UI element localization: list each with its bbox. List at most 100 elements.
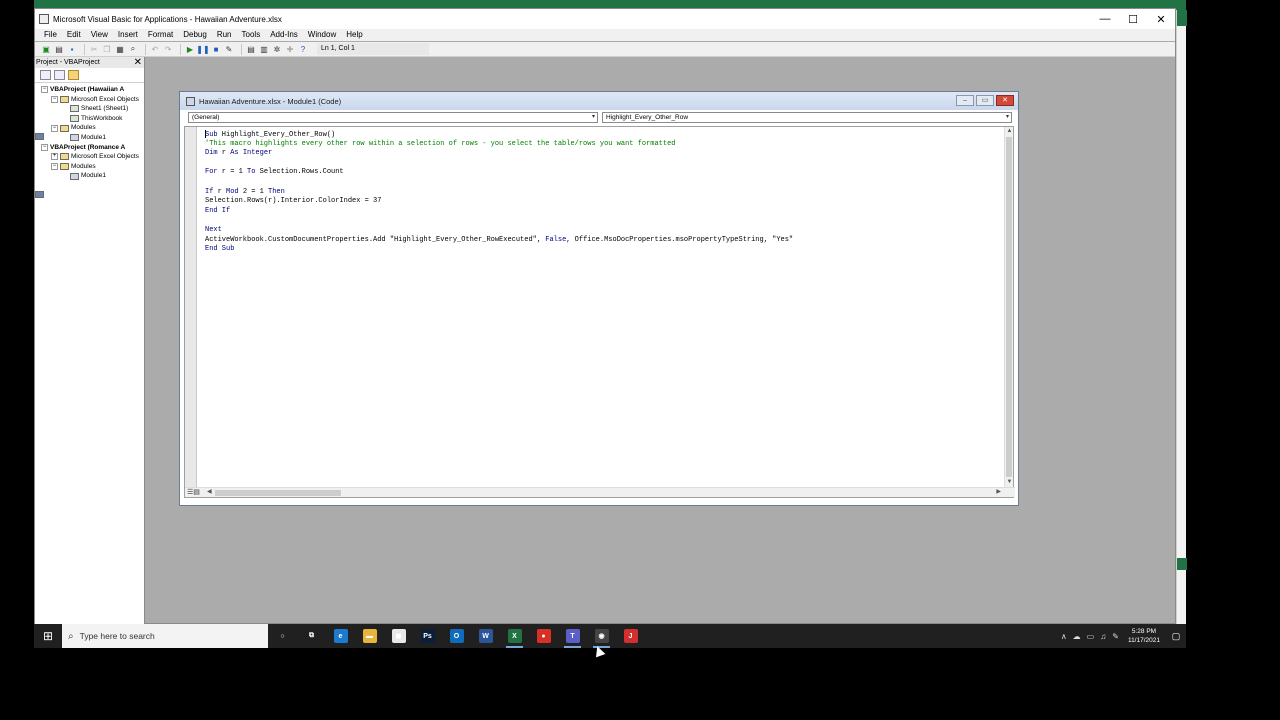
menu-debug[interactable]: Debug (178, 29, 212, 41)
code-line[interactable]: ActiveWorkbook.CustomDocumentProperties.… (205, 236, 793, 246)
taskbar-file-explorer[interactable]: ▬ (355, 624, 384, 648)
reset-icon[interactable]: ■ (211, 44, 221, 54)
code-maximize-button[interactable]: ▭ (976, 95, 994, 106)
taskbar-edge[interactable]: e (326, 624, 355, 648)
code-text[interactable]: Sub Highlight_Every_Other_Row() 'This mac… (205, 130, 793, 255)
volume-icon[interactable]: ♫ (1100, 632, 1106, 641)
project-explorer-icon[interactable]: ▤ (246, 44, 256, 54)
code-line[interactable] (205, 159, 793, 169)
menu-edit[interactable]: Edit (62, 29, 86, 41)
excel-view-icon[interactable]: ▣ (41, 44, 51, 54)
chevron-down-icon[interactable]: ▾ (592, 113, 595, 122)
menu-help[interactable]: Help (341, 29, 367, 41)
close-button[interactable]: ✕ (1147, 9, 1175, 29)
toggle-folders-icon[interactable] (68, 70, 79, 80)
menu-run[interactable]: Run (212, 29, 237, 41)
code-line[interactable]: Next (205, 226, 793, 236)
run-icon[interactable]: ▶ (185, 44, 195, 54)
scroll-up-icon[interactable]: ▲ (1005, 127, 1014, 136)
menu-addins[interactable]: Add-Ins (265, 29, 303, 41)
vertical-scrollbar[interactable]: ▲ ▼ (1004, 127, 1013, 487)
scroll-down-icon[interactable]: ▼ (1005, 478, 1014, 487)
menu-format[interactable]: Format (143, 29, 178, 41)
collapse-icon[interactable]: − (51, 95, 58, 103)
horizontal-scroll-thumb[interactable] (215, 490, 341, 496)
collapse-icon[interactable]: − (51, 124, 58, 132)
collapse-icon[interactable]: − (41, 143, 48, 151)
code-line[interactable]: If r Mod 2 = 1 Then (205, 188, 793, 198)
undo-icon[interactable]: ↶ (150, 44, 160, 54)
collapse-icon[interactable]: − (51, 163, 58, 171)
insert-module-icon[interactable]: ▤ (54, 44, 64, 54)
taskbar-recorder[interactable]: J (616, 624, 645, 648)
pen-icon[interactable]: ✎ (1112, 632, 1119, 641)
onedrive-icon[interactable]: ☁ (1073, 632, 1081, 641)
code-line[interactable]: Sub Highlight_Every_Other_Row() (205, 130, 793, 140)
menu-tools[interactable]: Tools (237, 29, 266, 41)
horizontal-scrollbar[interactable]: ☰▤ ◀ ▶ (185, 487, 1015, 497)
scroll-left-icon[interactable]: ◀ (207, 488, 212, 497)
project-explorer-close-icon[interactable]: ✕ (134, 57, 142, 68)
tree-node[interactable]: Module1 (35, 171, 144, 181)
menu-view[interactable]: View (86, 29, 113, 41)
tree-node[interactable]: − VBAProject (Romance A (35, 143, 144, 198)
code-close-button[interactable]: ✕ (996, 95, 1014, 106)
chevron-up-icon[interactable]: ∧ (1061, 632, 1067, 641)
taskbar-excel[interactable]: X (500, 624, 529, 648)
minimize-button[interactable]: — (1091, 9, 1119, 29)
view-code-icon[interactable] (40, 70, 51, 80)
code-line[interactable]: End Sub (205, 245, 793, 255)
taskbar-word[interactable]: W (471, 624, 500, 648)
break-icon[interactable]: ❚❚ (196, 44, 209, 54)
tree-node[interactable]: Sheet1 (Sheet1) (35, 104, 144, 114)
code-line[interactable]: 'This macro highlights every other row w… (205, 140, 793, 150)
find-icon[interactable]: ⌕ (128, 44, 138, 54)
windows-start-icon[interactable]: ⊞ (34, 624, 62, 648)
taskbar-store[interactable]: ◼ (384, 624, 413, 648)
code-line[interactable]: For r = 1 To Selection.Rows.Count (205, 168, 793, 178)
procedure-combo[interactable]: Highlight_Every_Other_Row ▾ (602, 112, 1012, 123)
clock[interactable]: 5:28 PM 11/17/2021 (1128, 627, 1160, 645)
network-icon[interactable]: ▭ (1087, 632, 1095, 641)
code-minimize-button[interactable]: – (956, 95, 974, 106)
copy-icon[interactable]: ❐ (102, 44, 112, 54)
tree-node[interactable]: − Microsoft Excel Objects (35, 95, 144, 105)
menu-insert[interactable]: Insert (113, 29, 143, 41)
view-toggle-icon[interactable]: ☰▤ (185, 488, 205, 497)
tree-node[interactable]: ThisWorkbook (35, 114, 144, 124)
vertical-scroll-thumb[interactable] (1006, 137, 1012, 477)
code-line[interactable]: Dim r As Integer (205, 149, 793, 159)
menu-file[interactable]: File (35, 29, 62, 41)
help-icon[interactable]: ? (298, 44, 308, 54)
tree-node[interactable]: − Modules (35, 162, 144, 172)
taskbar-search[interactable]: ⌕ Type here to search (62, 624, 268, 648)
save-icon[interactable]: ▪ (67, 44, 77, 54)
code-line[interactable]: Selection.Rows(r).Interior.ColorIndex = … (205, 197, 793, 207)
taskbar-task-view[interactable]: ⧉ (297, 624, 326, 648)
tree-node[interactable]: + Microsoft Excel Objects (35, 152, 144, 162)
expand-icon[interactable]: + (51, 153, 58, 161)
tree-node[interactable]: − Modules (35, 123, 144, 133)
tree-node[interactable]: Module1 (35, 133, 144, 143)
taskbar-photoshop[interactable]: Ps (413, 624, 442, 648)
menu-window[interactable]: Window (303, 29, 341, 41)
toolbox-icon[interactable]: ✚ (285, 44, 295, 54)
view-object-icon[interactable] (54, 70, 65, 80)
code-line[interactable] (205, 216, 793, 226)
object-browser-icon[interactable]: ✲ (272, 44, 282, 54)
taskbar-outlook[interactable]: O (442, 624, 471, 648)
taskbar-teams[interactable]: T (558, 624, 587, 648)
collapse-icon[interactable]: − (41, 86, 48, 94)
notification-icon[interactable]: ▢ (1166, 624, 1186, 648)
paste-icon[interactable]: ▦ (115, 44, 125, 54)
design-mode-icon[interactable]: ✎ (224, 44, 234, 54)
taskbar-chrome[interactable]: ● (529, 624, 558, 648)
scroll-right-icon[interactable]: ▶ (996, 488, 1001, 497)
code-editor[interactable]: Sub Highlight_Every_Other_Row() 'This mac… (184, 126, 1015, 498)
properties-icon[interactable]: ▥ (259, 44, 269, 54)
tree-node[interactable]: − VBAProject (Hawaiian A (35, 85, 144, 140)
redo-icon[interactable]: ↷ (163, 44, 173, 54)
taskbar-cortana[interactable]: ○ (268, 624, 297, 648)
code-line[interactable] (205, 178, 793, 188)
cut-icon[interactable]: ✂ (89, 44, 99, 54)
